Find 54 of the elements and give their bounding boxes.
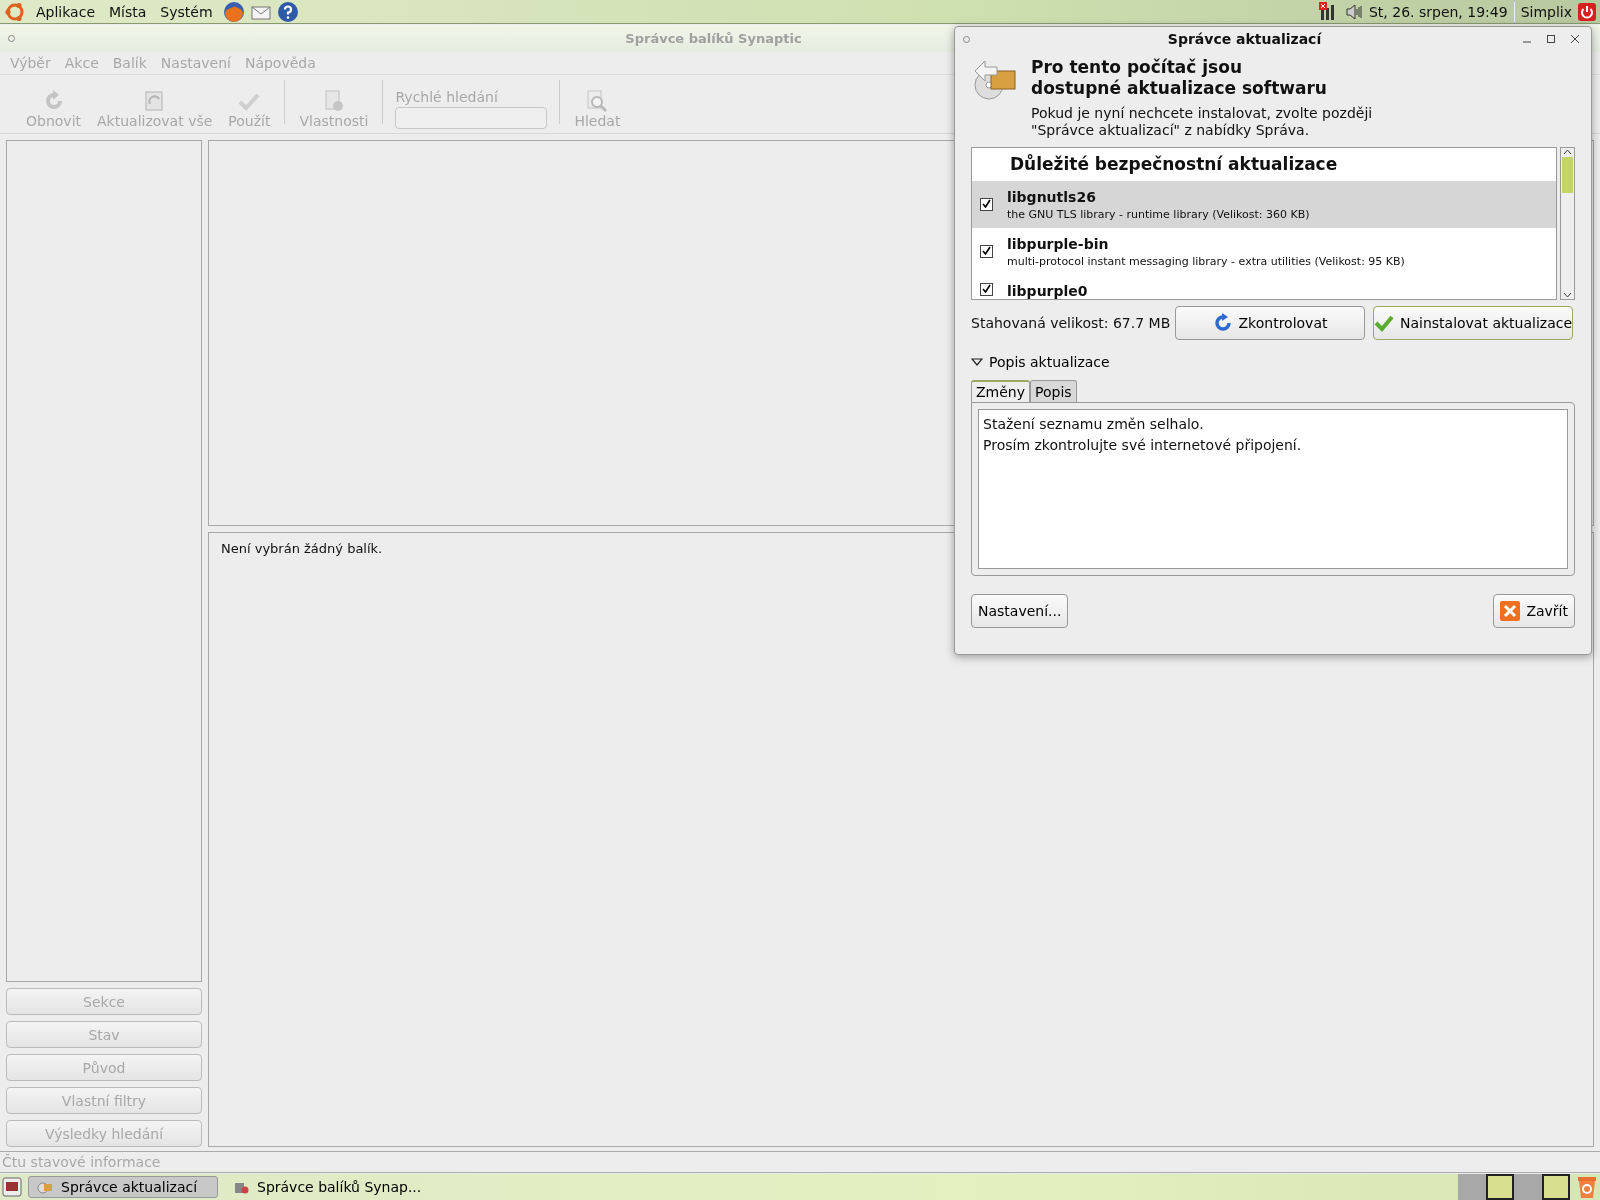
package-update-icon — [37, 1179, 53, 1195]
tab[interactable]: Změny — [971, 380, 1030, 402]
user-name[interactable]: Simplix — [1520, 3, 1572, 20]
expander[interactable]: Popis aktualizace — [971, 354, 1575, 370]
package-name: libpurple0 — [1007, 283, 1088, 299]
settings-button[interactable]: Nastavení... — [971, 594, 1069, 628]
maximize-icon — [1547, 35, 1555, 43]
dialog-heading: Pro tento počítač jsou dostupné aktualizace softwaru — [1031, 57, 1328, 99]
update-category: Důležité bezpečnostní aktualizace — [1009, 153, 1339, 176]
panel-menu[interactable]: Systém — [156, 3, 217, 20]
taskbar-button[interactable]: Správce aktualizací — [28, 1176, 218, 1198]
quick-search-label: Rychlé hledání — [395, 89, 499, 105]
taskbar-button[interactable]: Správce balíků Synap... — [224, 1176, 431, 1198]
power-icon[interactable] — [1578, 2, 1596, 21]
scrollbar[interactable] — [1560, 147, 1575, 300]
package-description: multi-protocol instant messaging library - extra utilities (Velikost: 95 KB) — [1007, 254, 1405, 268]
checkbox[interactable] — [980, 245, 993, 258]
help-icon[interactable] — [276, 0, 299, 23]
update-row[interactable]: libpurple0 — [972, 275, 1556, 299]
check-button[interactable]: Zkontrolovat — [1175, 306, 1365, 340]
quick-search-field[interactable] — [395, 107, 548, 129]
volume-icon[interactable] — [1344, 2, 1363, 21]
package-description: the GNU TLS library - runtime library (Velikost: 360 KB) — [1007, 207, 1310, 221]
details-text: Není vybrán žádný balík. — [221, 541, 383, 556]
panel-menu[interactable]: Místa — [105, 3, 151, 20]
clock[interactable]: St, 26. srpen, 19:49 — [1368, 3, 1508, 20]
scrollbar-thumb[interactable] — [1562, 157, 1573, 193]
triangle-icon — [971, 357, 983, 367]
changes-text: Stažení seznamu změn selhalo. — [983, 415, 1205, 434]
window-title: Správce balíků Synaptic — [624, 31, 803, 46]
package-name: libgnutls26 — [1007, 188, 1097, 205]
refresh-icon — [1212, 313, 1233, 333]
workspace-switcher[interactable] — [1458, 1174, 1570, 1200]
firefox-icon[interactable] — [222, 0, 245, 23]
close-icon — [1500, 601, 1521, 621]
trash-icon[interactable] — [1576, 1175, 1598, 1199]
package-name: libpurple-bin — [1007, 235, 1110, 252]
update-row[interactable]: libpurple-bin multi-protocol instant messaging library - extra utilities (Velikost: 95 KB) — [972, 228, 1556, 275]
close-button[interactable]: Zavřít — [1493, 594, 1575, 628]
panel-menu[interactable]: Aplikace — [32, 3, 99, 20]
update-row[interactable]: libgnutls26 the GNU TLS library - runtime library (Velikost: 360 KB) — [972, 181, 1556, 228]
checkbox[interactable] — [980, 283, 993, 296]
install-button[interactable]: Nainstalovat aktualizace — [1373, 306, 1573, 340]
close-icon — [1571, 35, 1579, 43]
dialog-subtext: Pokud je nyní nechcete instalovat, zvolte později "Správce aktualizací" z nabídky Správa. — [1031, 105, 1374, 139]
status-text: Čtu stavové informace — [2, 1154, 161, 1170]
search-icon — [585, 89, 610, 113]
changes-text: Prosím zkontrolujte své internetové připojení. — [983, 436, 1303, 455]
show-desktop-icon[interactable] — [2, 1177, 22, 1197]
ubuntu-logo-icon[interactable] — [4, 0, 26, 23]
checkmark-icon — [1373, 314, 1394, 332]
checkbox[interactable] — [980, 198, 993, 211]
tab[interactable]: Popis — [1030, 380, 1077, 402]
dialog-title: Správce aktualizací — [1166, 31, 1323, 47]
